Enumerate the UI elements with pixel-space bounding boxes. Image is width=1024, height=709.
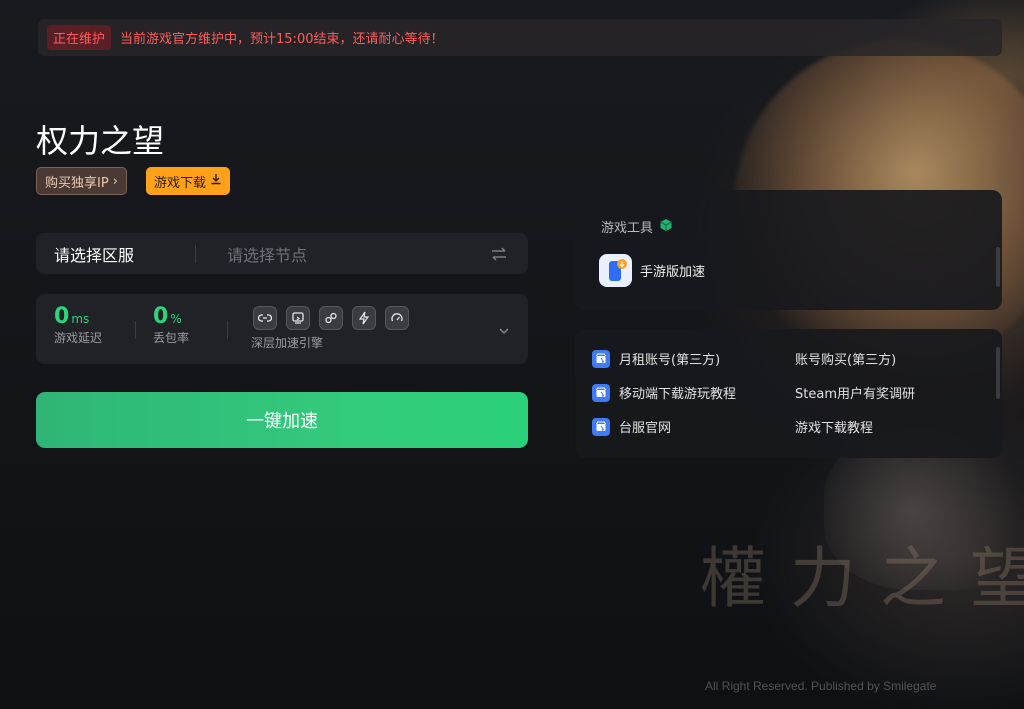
game-download-tutorial-label: 游戏下载教程 (795, 421, 874, 436)
stat-divider (135, 321, 136, 339)
store-icon (592, 349, 610, 368)
monthly-account-link[interactable]: 月租账号(第三方) (592, 349, 720, 368)
background-game-logo: 權力之望 (700, 540, 1024, 617)
packet-loss-stat: 0% 丢包率 (153, 304, 189, 346)
packet-loss-label: 丢包率 (153, 331, 190, 345)
taiwan-official-site-link[interactable]: 台服官网 (592, 417, 671, 436)
latency-label: 游戏延迟 (54, 331, 103, 345)
mobile-download-tutorial-label: 移动端下载游玩教程 (619, 387, 737, 402)
latency-stat: 0 ms 游戏延迟 (54, 304, 102, 346)
game-tools-title: 游戏工具 (601, 217, 673, 236)
game-download-label: 游戏下载 (154, 175, 207, 191)
account-purchase-label: 账号购买(第三方) (795, 353, 897, 368)
screen-icon[interactable] (286, 306, 310, 330)
download-icon (210, 173, 222, 189)
nodes-icon[interactable] (319, 306, 343, 330)
account-purchase-link[interactable]: 账号购买(第三方) (795, 349, 896, 368)
selector-divider (195, 244, 196, 263)
one-click-accelerate-button[interactable]: 一键加速 (36, 392, 528, 448)
stats-panel: 0 ms 游戏延迟 0% 丢包率 深层加速引擎 (36, 294, 528, 364)
store-icon (592, 417, 610, 436)
chevron-right-icon: › (112, 173, 118, 189)
engine-label: 深层加速引擎 (251, 336, 324, 350)
game-download-button[interactable]: 游戏下载 (146, 167, 231, 195)
buy-ip-label: 购买独享IP (45, 175, 109, 191)
link-icon[interactable] (253, 306, 277, 330)
engine-icons (253, 306, 409, 330)
server-node-selector: 请选择区服 请选择节点 (36, 233, 528, 274)
store-icon (592, 383, 610, 402)
game-tools-title-text: 游戏工具 (601, 221, 654, 236)
swap-icon[interactable] (488, 243, 510, 265)
monthly-account-label: 月租账号(第三方) (619, 353, 721, 368)
latency-unit: ms (71, 312, 90, 326)
links-scrollbar[interactable] (996, 347, 1000, 399)
cube-icon (659, 218, 673, 236)
maintenance-banner: 正在维护 当前游戏官方维护中，预计15:00结束，还请耐心等待！ (38, 19, 1002, 56)
steam-survey-link[interactable]: Steam用户有奖调研 (795, 383, 915, 402)
steam-survey-label: Steam用户有奖调研 (795, 387, 915, 402)
stat-divider (227, 321, 228, 339)
speed-icon[interactable] (385, 306, 409, 330)
buy-ip-button[interactable]: 购买独享IP › (36, 167, 127, 195)
chevron-down-icon[interactable] (498, 320, 510, 339)
packet-loss-unit: % (170, 312, 182, 326)
maintenance-message: 当前游戏官方维护中，预计15:00结束，还请耐心等待！ (120, 32, 444, 47)
maintenance-tag: 正在维护 (47, 25, 112, 50)
game-download-tutorial-link[interactable]: 游戏下载教程 (795, 417, 873, 436)
node-select[interactable]: 请选择节点 (227, 242, 488, 266)
packet-loss-value: 0 (153, 304, 169, 329)
latency-value: 0 (54, 304, 70, 329)
bolt-icon[interactable] (352, 306, 376, 330)
taiwan-official-site-label: 台服官网 (619, 421, 672, 436)
mobile-accelerate-label: 手游版加速 (640, 265, 706, 280)
mobile-accelerate-item[interactable]: 手游版加速 (599, 254, 705, 287)
game-tools-card: 游戏工具 手游版加速 (575, 190, 1002, 310)
mobile-download-tutorial-link[interactable]: 移动端下载游玩教程 (592, 383, 736, 402)
mobile-icon (599, 254, 632, 287)
tools-scrollbar[interactable] (996, 247, 1000, 287)
game-links-card: 月租账号(第三方) 账号购买(第三方) 移动端下载游玩教程 Steam用户有奖调… (575, 329, 1002, 458)
game-title: 权力之望 (36, 122, 165, 160)
copyright-text: All Right Reserved. Published by Smilega… (705, 679, 937, 693)
server-select[interactable]: 请选择区服 (54, 242, 195, 266)
